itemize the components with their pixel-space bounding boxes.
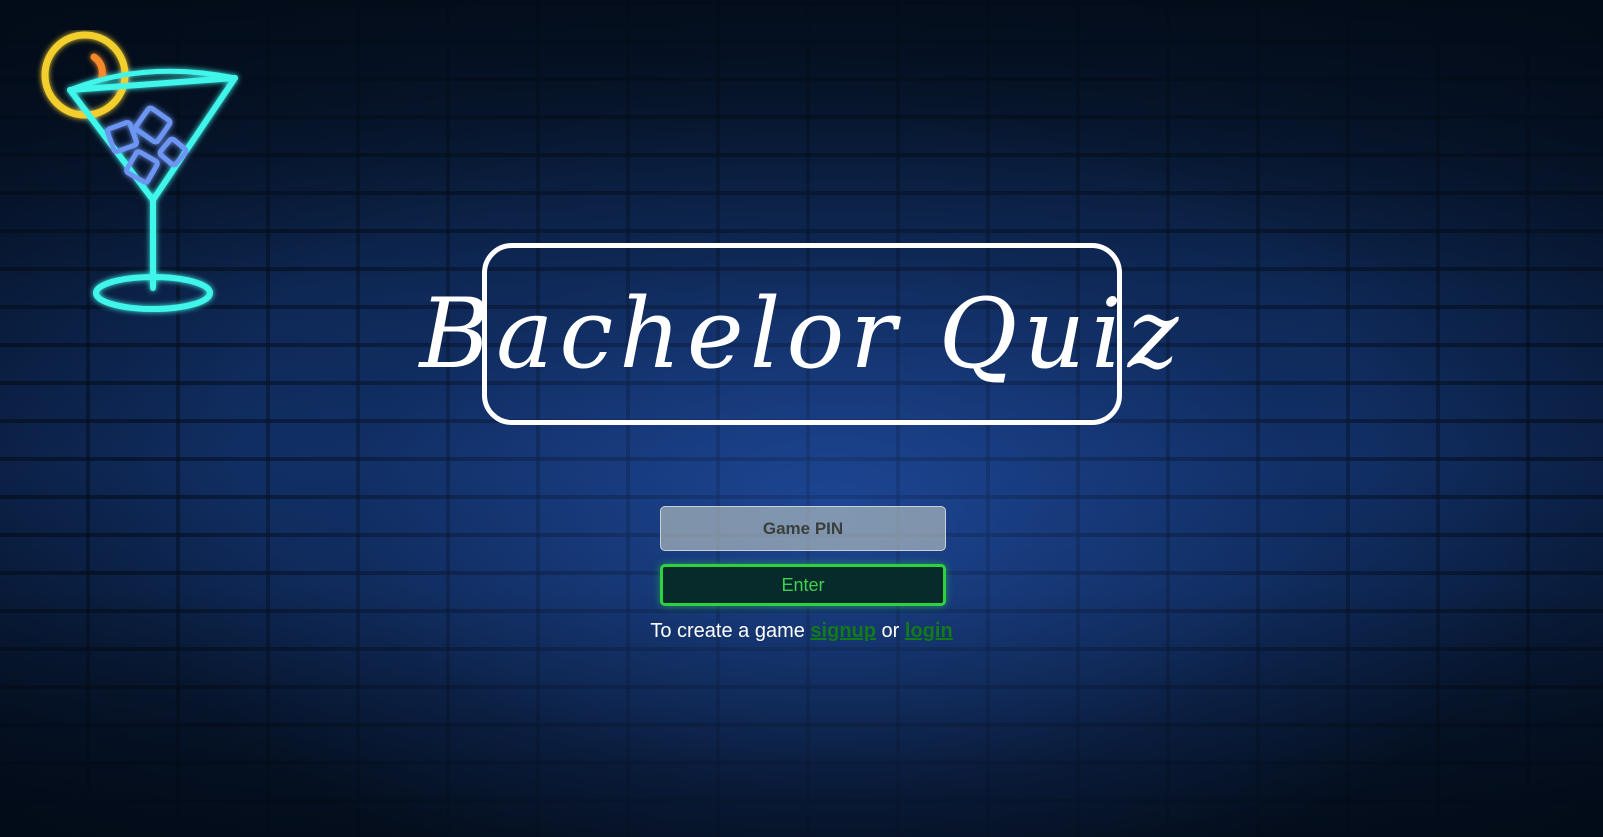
app-title-frame: Bachelor Quiz xyxy=(420,243,1178,425)
game-pin-input[interactable] xyxy=(660,506,946,551)
create-game-prompt: To create a game signup or login xyxy=(0,620,1603,643)
app-title: Bachelor Quiz xyxy=(419,278,1185,390)
martini-glass-icon xyxy=(41,31,238,312)
create-game-text: To create a game xyxy=(650,620,805,642)
login-link[interactable]: login xyxy=(905,620,953,642)
or-separator: or xyxy=(881,620,900,642)
signup-link[interactable]: signup xyxy=(810,620,876,642)
enter-button[interactable]: Enter xyxy=(660,564,946,606)
